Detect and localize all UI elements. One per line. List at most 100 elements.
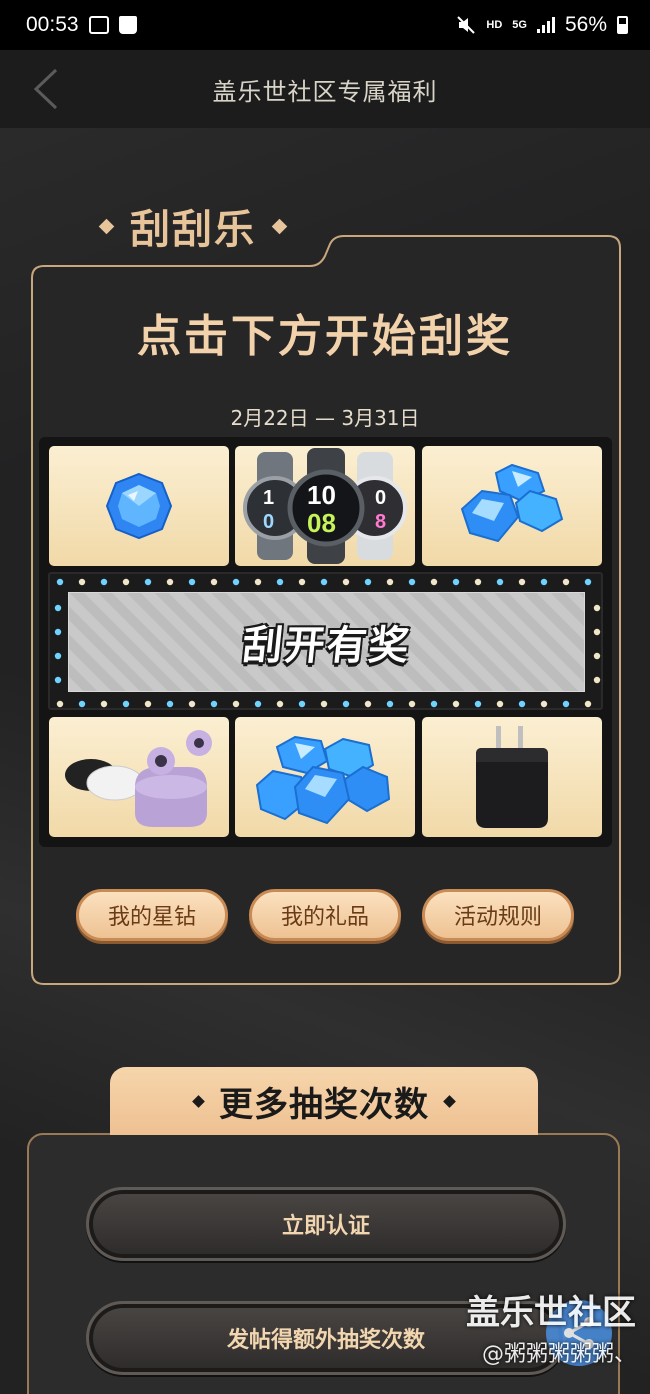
watermark-user: @粥粥粥粥粥、 <box>481 1342 636 1367</box>
marquee-light <box>593 604 601 612</box>
earbuds-prize <box>49 717 229 837</box>
marquee-light <box>320 578 328 586</box>
charger-icon <box>476 726 548 828</box>
marquee-light <box>430 578 438 586</box>
gallery-icon <box>88 16 109 34</box>
marquee-light <box>474 700 482 708</box>
earbuds-icon <box>65 730 212 827</box>
network-5g-label: 5G <box>512 19 527 31</box>
watermark: 盖乐世社区 @粥粥粥粥粥、 <box>466 1285 636 1368</box>
marquee-light <box>320 700 328 708</box>
marquee-light <box>298 578 306 586</box>
marquee-light <box>408 700 416 708</box>
marquee-light <box>518 578 526 586</box>
mute-icon <box>457 16 476 34</box>
marquee-light <box>100 700 108 708</box>
marquee-light <box>474 578 482 586</box>
marquee-light <box>122 578 130 586</box>
status-left: 00:53 <box>26 13 137 37</box>
marquee-light <box>496 578 504 586</box>
my-stardiamonds-button[interactable]: 我的星钻 <box>76 889 228 941</box>
watch-icon: 1 0 10 08 0 8 <box>243 448 407 564</box>
marquee-light <box>232 578 240 586</box>
battery-icon <box>617 16 628 34</box>
marquee-light <box>144 700 152 708</box>
marquee-light <box>166 700 174 708</box>
battery-percent: 56% <box>564 13 607 36</box>
smartwatch-prize: 1 0 10 08 0 8 <box>235 446 415 566</box>
scratch-surface[interactable]: 刮开有奖 <box>68 592 585 692</box>
marquee-light <box>210 700 218 708</box>
large-gem-pile-prize <box>235 717 415 837</box>
marquee-light <box>364 578 372 586</box>
my-gifts-button[interactable]: 我的礼品 <box>249 889 401 941</box>
event-date-range: 2月22日 — 3月31日 <box>230 406 420 430</box>
watch-left-hour: 1 <box>263 487 274 509</box>
verify-button[interactable]: 立即认证 <box>86 1187 566 1261</box>
marquee-light <box>188 578 196 586</box>
marquee-light <box>452 578 460 586</box>
single-gem-prize <box>49 446 229 566</box>
marquee-light <box>430 700 438 708</box>
marquee-light <box>122 700 130 708</box>
marquee-light <box>386 578 394 586</box>
status-right: HD 5G 56% <box>456 13 628 37</box>
scratch-area[interactable]: 刮开有奖 <box>48 572 603 710</box>
nav-bar: 盖乐世社区专属福利 <box>0 50 650 128</box>
diamond-icon <box>192 1094 205 1108</box>
gems-icon <box>255 735 391 825</box>
marquee-light <box>593 628 601 636</box>
watermark-title: 盖乐世社区 <box>466 1293 636 1333</box>
more-chances-title: 更多抽奖次数 <box>219 1084 429 1125</box>
status-bar: 00:53 HD 5G 56% <box>0 0 650 50</box>
marquee-light <box>78 578 86 586</box>
marquee-light <box>562 700 570 708</box>
marquee-light <box>254 578 262 586</box>
marquee-light <box>188 700 196 708</box>
page-title: 盖乐世社区专属福利 <box>212 77 438 106</box>
marquee-light <box>584 578 592 586</box>
marquee-light <box>166 578 174 586</box>
signal-icon <box>536 17 555 33</box>
marquee-light <box>593 652 601 660</box>
marquee-light <box>364 700 372 708</box>
marquee-light <box>56 578 64 586</box>
marquee-light <box>54 652 62 660</box>
back-button[interactable] <box>24 64 74 114</box>
marquee-light <box>540 578 548 586</box>
marquee-light <box>540 700 548 708</box>
marquee-light <box>342 578 350 586</box>
marquee-light <box>54 628 62 636</box>
gem-icon <box>105 472 173 540</box>
watch-center-hour: 10 <box>307 480 336 510</box>
gems-icon <box>460 463 564 543</box>
watch-center-minute: 08 <box>307 508 336 538</box>
marquee-light <box>254 700 262 708</box>
rules-button[interactable]: 活动规则 <box>422 889 574 941</box>
marquee-light <box>584 700 592 708</box>
marquee-light <box>54 604 62 612</box>
marquee-light <box>298 700 306 708</box>
watch-left-minute: 0 <box>263 511 274 533</box>
watch-right-minute: 8 <box>375 511 386 533</box>
marquee-light <box>276 578 284 586</box>
diamond-icon <box>271 218 288 234</box>
marquee-light <box>593 676 601 684</box>
marquee-light <box>276 700 284 708</box>
diamond-icon <box>98 218 115 234</box>
scratch-label: 刮开有奖 <box>239 623 413 669</box>
marquee-light <box>562 578 570 586</box>
marquee-light <box>452 700 460 708</box>
marquee-light <box>54 676 62 684</box>
watch-right-hour: 0 <box>375 487 386 509</box>
marquee-light <box>342 700 350 708</box>
network-hd-label: HD <box>486 19 503 31</box>
marquee-light <box>518 700 526 708</box>
marquee-light <box>232 700 240 708</box>
marquee-light <box>144 578 152 586</box>
status-time: 00:53 <box>26 13 79 36</box>
marquee-light <box>100 578 108 586</box>
diamond-icon <box>443 1094 456 1108</box>
scratch-heading: 点击下方开始刮奖 <box>137 311 513 362</box>
marquee-light <box>496 700 504 708</box>
